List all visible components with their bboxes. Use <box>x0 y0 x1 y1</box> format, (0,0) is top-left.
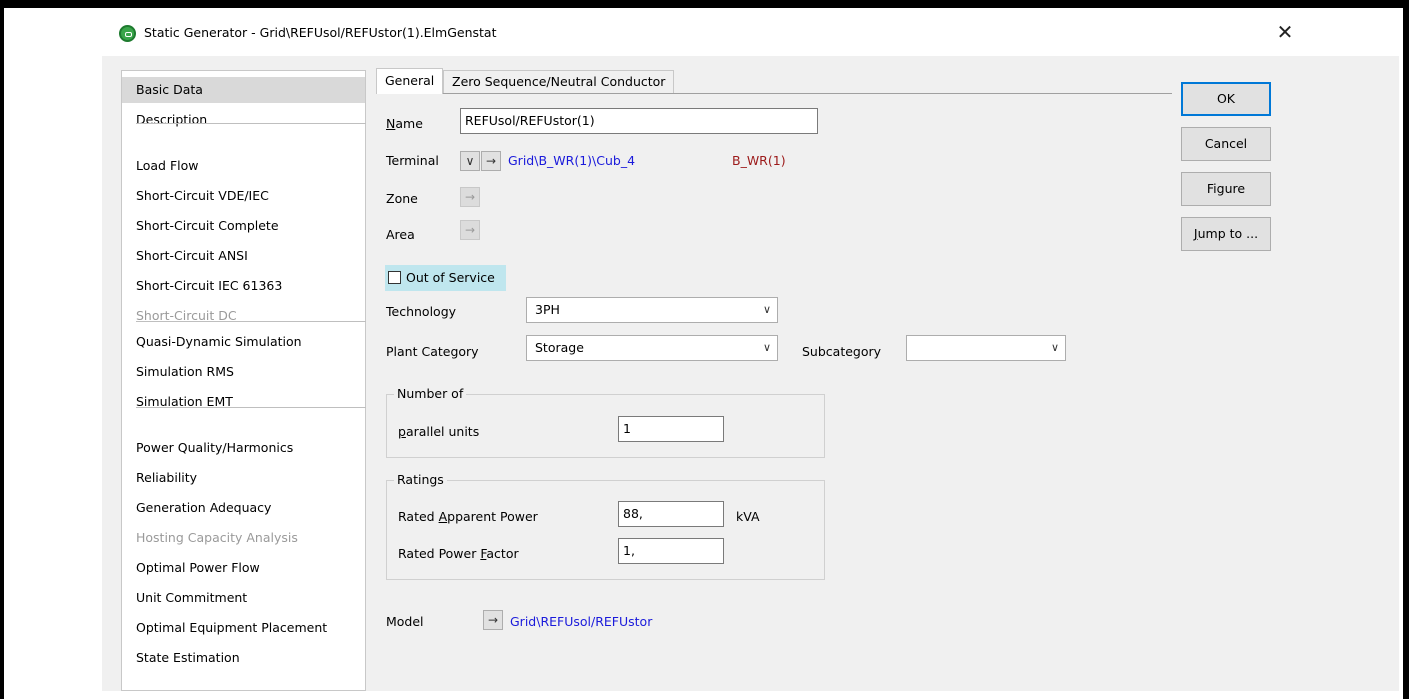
nav-item-optimal-power-flow[interactable]: Optimal Power Flow <box>122 555 365 581</box>
arrow-right-icon: → <box>464 190 476 204</box>
nav-item-reliability[interactable]: Reliability <box>122 465 365 491</box>
nav-item-short-circuit-ansi[interactable]: Short-Circuit ANSI <box>122 243 365 269</box>
tab-underline <box>376 93 1172 94</box>
plant-category-label: Plant Category <box>386 344 479 359</box>
nav-item-load-flow[interactable]: Load Flow <box>122 153 365 179</box>
out-of-service-label: Out of Service <box>406 270 495 285</box>
terminal-link[interactable]: Grid\B_WR(1)\Cub_4 <box>508 153 635 168</box>
zone-jump-button: → <box>460 187 480 207</box>
technology-value: 3PH <box>535 302 560 317</box>
technology-label: Technology <box>386 304 457 319</box>
tab-general[interactable]: General <box>376 68 444 94</box>
nav-item-short-circuit-vde-iec[interactable]: Short-Circuit VDE/IEC <box>122 183 365 209</box>
rated-apparent-power-unit: kVA <box>736 509 760 524</box>
chevron-down-icon: ∨ <box>762 341 771 354</box>
plant-category-select[interactable]: Storage ∨ <box>526 335 778 361</box>
nav-item-optimal-equipment-placement[interactable]: Optimal Equipment Placement <box>122 615 365 641</box>
nav-item-quasi-dynamic-simulation[interactable]: Quasi-Dynamic Simulation <box>122 329 365 355</box>
checkbox-box[interactable] <box>388 271 401 284</box>
rated-power-factor-input[interactable]: 1, <box>618 538 724 564</box>
ratings-title: Ratings <box>394 472 447 487</box>
model-jump-button[interactable]: → <box>483 610 503 630</box>
nav-item-short-circuit-complete[interactable]: Short-Circuit Complete <box>122 213 365 239</box>
out-of-service-checkbox[interactable]: Out of Service <box>385 265 506 291</box>
nav-item-generation-adequacy[interactable]: Generation Adequacy <box>122 495 365 521</box>
nav-item-unit-commitment[interactable]: Unit Commitment <box>122 585 365 611</box>
parallel-units-label: parallel units <box>398 424 480 439</box>
chevron-down-icon: ∨ <box>1050 341 1059 354</box>
zone-label: Zone <box>386 191 418 206</box>
window-title: Static Generator - Grid\REFUsol/REFUstor… <box>144 25 497 40</box>
arrow-right-icon: → <box>485 154 497 168</box>
plant-category-value: Storage <box>535 340 584 355</box>
rated-power-factor-label: Rated Power Factor <box>398 546 519 561</box>
terminal-label: Terminal <box>386 153 439 168</box>
nav-separator <box>136 123 366 124</box>
tab-zero-sequence[interactable]: Zero Sequence/Neutral Conductor <box>443 70 675 94</box>
dialog-body: Basic Data Description Load Flow Short-Circ… <box>102 56 1399 691</box>
nav-separator <box>136 407 366 408</box>
area-label: Area <box>386 227 415 242</box>
terminal-busbar-name: B_WR(1) <box>732 153 786 168</box>
name-input[interactable]: REFUsol/REFUstor(1) <box>460 108 818 134</box>
technology-select[interactable]: 3PH ∨ <box>526 297 778 323</box>
nav-item-hosting-capacity-analysis: Hosting Capacity Analysis <box>136 530 298 545</box>
jump-to-button[interactable]: Jump to ... <box>1181 217 1271 251</box>
arrow-right-icon: → <box>487 613 499 627</box>
terminal-dropdown-button[interactable]: ∨ <box>460 151 480 171</box>
chevron-down-icon: ∨ <box>465 154 475 168</box>
subcategory-label: Subcategory <box>802 344 882 359</box>
subcategory-select[interactable]: ∨ <box>906 335 1066 361</box>
model-link[interactable]: Grid\REFUsol/REFUstor <box>510 614 652 629</box>
page-navigation: Basic Data Description Load Flow Short-Circ… <box>121 70 366 691</box>
figure-button[interactable]: Figure <box>1181 172 1271 206</box>
parallel-units-input[interactable]: 1 <box>618 416 724 442</box>
arrow-right-icon: → <box>464 223 476 237</box>
nav-item-power-quality-harmonics[interactable]: Power Quality/Harmonics <box>122 435 365 461</box>
app-icon <box>119 25 136 42</box>
nav-item-basic-data[interactable]: Basic Data <box>122 77 365 103</box>
name-label: Name <box>386 116 423 131</box>
ok-button[interactable]: OK <box>1181 82 1271 116</box>
close-icon[interactable]: ✕ <box>1272 19 1298 45</box>
nav-item-state-estimation[interactable]: State Estimation <box>122 645 365 671</box>
nav-separator <box>136 321 366 322</box>
cancel-button[interactable]: Cancel <box>1181 127 1271 161</box>
nav-item-short-circuit-dc: Short-Circuit DC <box>136 308 237 323</box>
nav-item-simulation-rms[interactable]: Simulation RMS <box>122 359 365 385</box>
nav-item-simulation-emt[interactable]: Simulation EMT <box>122 389 365 415</box>
chevron-down-icon: ∨ <box>762 303 771 316</box>
terminal-jump-button[interactable]: → <box>481 151 501 171</box>
rated-apparent-power-input[interactable]: 88, <box>618 501 724 527</box>
model-label: Model <box>386 614 424 629</box>
nav-item-description[interactable]: Description <box>122 107 365 133</box>
ratings-group <box>386 480 825 580</box>
rated-apparent-power-label: Rated Apparent Power <box>398 509 538 524</box>
nav-item-short-circuit-iec-61363[interactable]: Short-Circuit IEC 61363 <box>122 273 365 299</box>
area-jump-button: → <box>460 220 480 240</box>
number-of-title: Number of <box>394 386 467 401</box>
